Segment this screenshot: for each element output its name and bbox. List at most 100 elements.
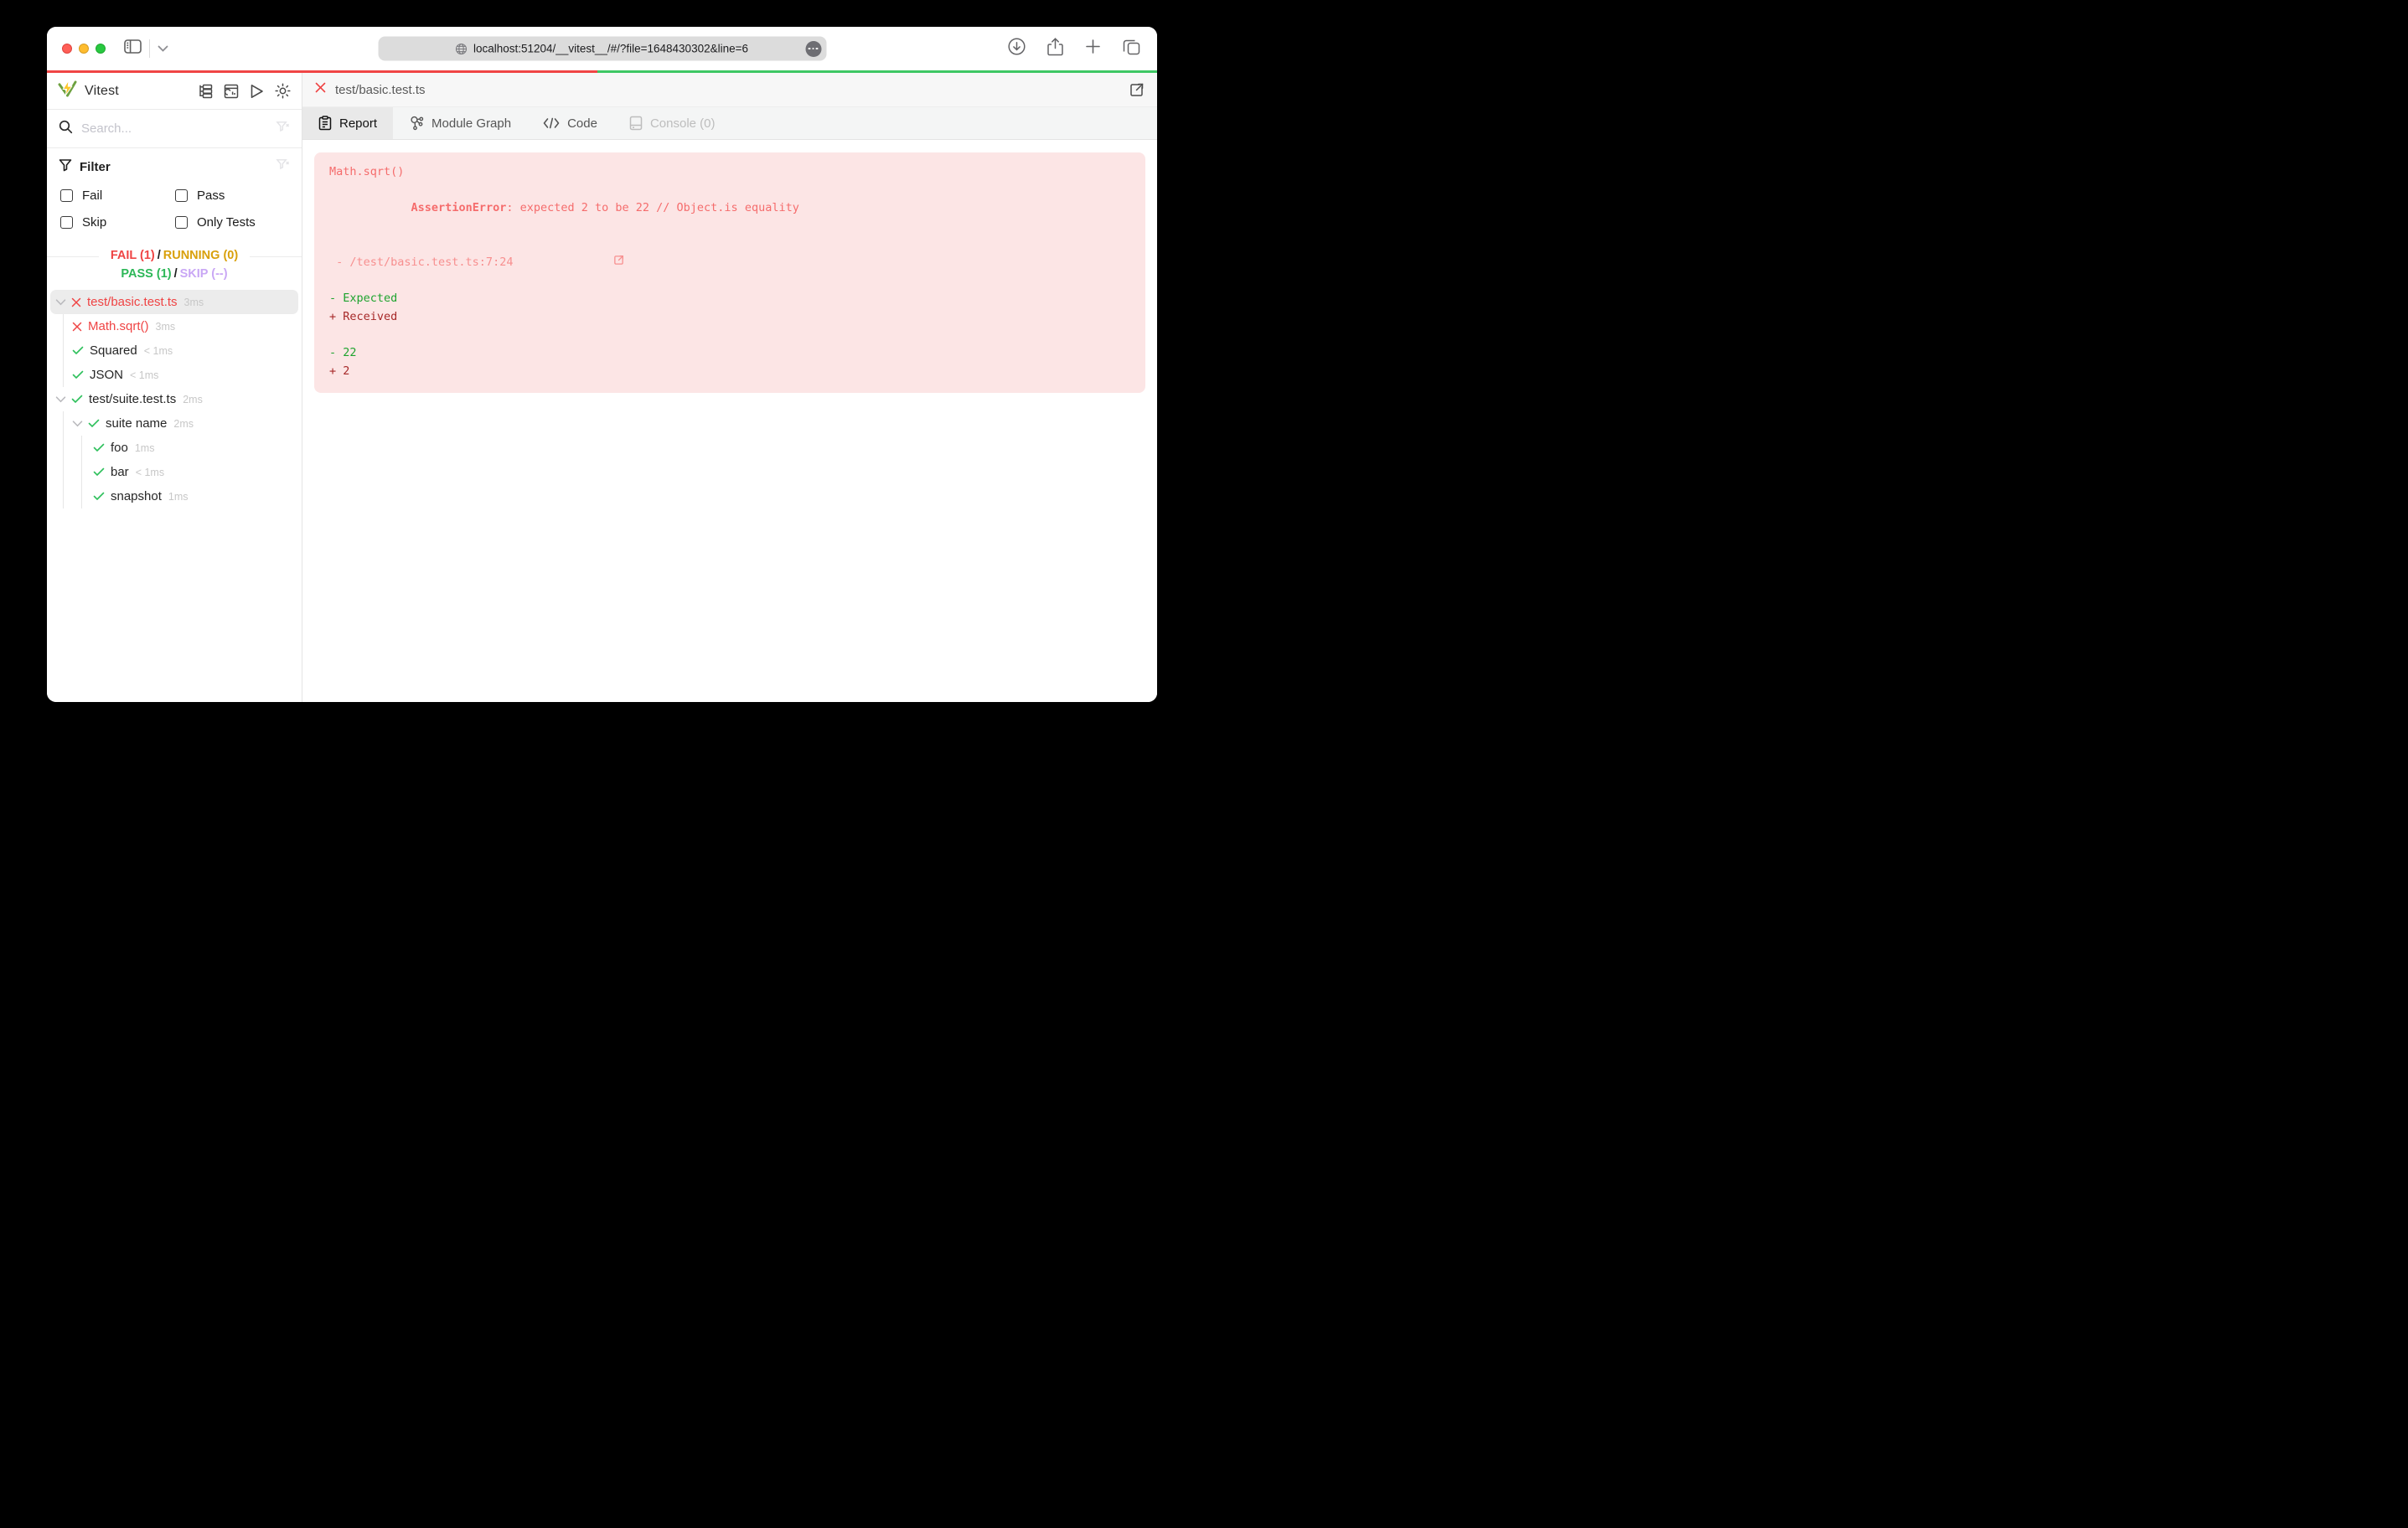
tab-code[interactable]: Code <box>527 107 613 139</box>
tab-label: Console (0) <box>649 116 716 131</box>
test-duration: < 1ms <box>143 344 173 357</box>
chevron-down-icon[interactable] <box>55 298 66 306</box>
tab-overview-icon[interactable] <box>1123 38 1140 59</box>
checkbox-label: Only Tests <box>197 215 256 230</box>
test-duration: < 1ms <box>135 466 165 478</box>
view-tabs: Report Module Graph Code Console (0) <box>302 107 1157 140</box>
fail-count: FAIL (1) <box>110 249 155 262</box>
filter-checkbox-pass[interactable]: Pass <box>175 188 290 203</box>
filter-checkbox-skip[interactable]: Skip <box>60 215 175 230</box>
tab-console-0[interactable]: Console (0) <box>613 107 731 139</box>
checkbox[interactable] <box>60 216 73 229</box>
tree-row-json[interactable]: JSON < 1ms <box>64 363 298 387</box>
tree-row-bar[interactable]: bar < 1ms <box>82 460 298 484</box>
tree-row-squared[interactable]: Squared < 1ms <box>64 338 298 363</box>
fail-x-icon <box>71 297 81 307</box>
test-name: Squared <box>90 343 137 358</box>
pass-count: PASS (1) <box>121 266 172 281</box>
test-name: bar <box>111 465 129 479</box>
fail-x-icon <box>72 322 82 332</box>
share-icon[interactable] <box>1047 37 1063 60</box>
sidebar-toggle-icon[interactable] <box>124 39 142 58</box>
diff-received-value: + 2 <box>329 364 350 378</box>
error-assertion: AssertionError: expected 2 to be 22 // O… <box>411 201 799 215</box>
clear-search-filter-icon[interactable] <box>276 120 290 138</box>
test-duration: 3ms <box>155 320 176 333</box>
tree-row-test-suite-test-ts[interactable]: test/suite.test.ts 2ms <box>50 387 298 411</box>
tab-module-graph[interactable]: Module Graph <box>393 107 527 139</box>
tree-row-foo[interactable]: foo 1ms <box>82 436 298 460</box>
clear-filter-icon[interactable] <box>276 157 290 176</box>
new-tab-icon[interactable] <box>1085 39 1101 59</box>
test-duration: 2ms <box>173 417 194 430</box>
report-icon <box>318 116 332 131</box>
downloads-icon[interactable] <box>1008 38 1026 59</box>
test-duration: < 1ms <box>130 369 159 381</box>
report-content: Math.sqrt() AssertionError: expected 2 t… <box>302 140 1157 702</box>
tree-children: foo 1ms bar < 1ms snapshot 1ms <box>81 436 302 508</box>
test-name: test/basic.test.ts <box>87 295 178 309</box>
chevron-down-icon[interactable] <box>158 41 168 56</box>
page-settings-icon[interactable] <box>805 40 821 57</box>
test-name: snapshot <box>111 489 162 503</box>
sidebar: Vitest Search... Filter Fail Pass Skip O… <box>47 73 302 702</box>
tree-children: Math.sqrt() 3ms Squared < 1ms JSON < 1ms <box>63 314 302 387</box>
chevron-down-icon[interactable] <box>55 395 66 403</box>
code-icon <box>543 117 560 129</box>
browser-window: localhost:51204/__vitest__/#/?file=16484… <box>47 27 1157 702</box>
run-all-icon[interactable] <box>250 84 264 99</box>
minimize-window-button[interactable] <box>79 44 89 54</box>
tab-report[interactable]: Report <box>302 107 394 139</box>
tree-row-test-basic-test-ts[interactable]: test/basic.test.ts 3ms <box>50 290 298 314</box>
running-count: RUNNING (0) <box>163 249 239 262</box>
chevron-down-icon[interactable] <box>72 420 83 427</box>
pass-check-icon <box>72 346 84 355</box>
error-panel: Math.sqrt() AssertionError: expected 2 t… <box>314 152 1145 394</box>
vitest-logo-icon <box>58 80 77 102</box>
theme-toggle-icon[interactable] <box>275 83 291 99</box>
filter-checkbox-only-tests[interactable]: Only Tests <box>175 215 290 230</box>
tree-row-math-sqrt[interactable]: Math.sqrt() 3ms <box>64 314 298 338</box>
open-location-icon[interactable] <box>518 235 624 290</box>
test-duration: 3ms <box>183 296 204 308</box>
filter-label: Filter <box>80 159 111 174</box>
checkbox-label: Fail <box>82 188 103 203</box>
search-input[interactable] <box>81 121 276 136</box>
pass-check-icon <box>71 395 83 404</box>
run-summary: FAIL (1) / RUNNING (0) PASS (1) / SKIP (--) <box>47 245 302 288</box>
tree-view-icon[interactable] <box>198 84 213 99</box>
dashboard-icon[interactable] <box>224 84 239 99</box>
checkbox[interactable] <box>175 216 188 229</box>
tree-row-suite-name[interactable]: suite name 2ms <box>64 411 298 436</box>
checkbox[interactable] <box>60 189 73 202</box>
diff-expected-value: - 22 <box>329 345 357 359</box>
open-file-title: test/basic.test.ts <box>335 82 426 97</box>
main-panel: test/basic.test.ts Report Module Graph Cod… <box>302 73 1157 702</box>
search-icon <box>59 120 73 138</box>
pass-check-icon <box>93 492 105 501</box>
filter-checkbox-fail[interactable]: Fail <box>60 188 175 203</box>
url-bar[interactable]: localhost:51204/__vitest__/#/?file=16484… <box>378 36 826 61</box>
zoom-window-button[interactable] <box>96 44 106 54</box>
open-in-editor-icon[interactable] <box>1129 82 1145 98</box>
test-duration: 1ms <box>168 490 189 503</box>
globe-icon <box>456 43 468 54</box>
window-controls <box>62 44 106 54</box>
filter-section: Filter Fail Pass Skip Only Tests <box>47 148 302 245</box>
pass-check-icon <box>88 419 100 428</box>
tab-label: Report <box>339 116 378 131</box>
toolbar-divider <box>149 39 150 58</box>
test-name: foo <box>111 441 128 455</box>
url-text: localhost:51204/__vitest__/#/?file=16484… <box>473 42 748 55</box>
test-name: JSON <box>90 368 124 382</box>
checkbox[interactable] <box>175 189 188 202</box>
tree-row-snapshot[interactable]: snapshot 1ms <box>82 484 298 508</box>
fail-x-icon <box>315 82 326 97</box>
diff-received-label: + Received <box>329 309 398 323</box>
app-title: Vitest <box>85 83 119 98</box>
test-duration: 1ms <box>134 441 155 454</box>
tab-label: Module Graph <box>431 116 512 131</box>
module-graph-icon <box>409 116 424 131</box>
close-window-button[interactable] <box>62 44 72 54</box>
error-location[interactable]: - /test/basic.test.ts:7:24 <box>329 254 513 272</box>
